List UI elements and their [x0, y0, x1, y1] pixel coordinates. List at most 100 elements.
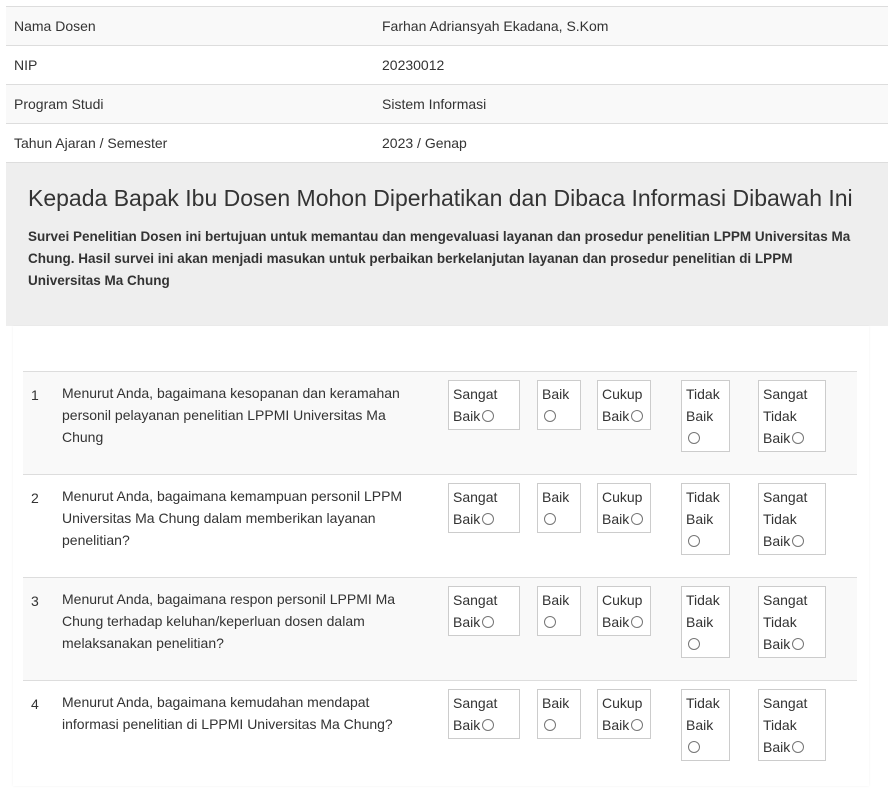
survey-table: 1 Menurut Anda, bagaimana kesopanan dan … — [23, 371, 857, 784]
info-value: Farhan Adriansyah Ekadana, S.Kom — [374, 6, 888, 46]
question-number: 2 — [23, 474, 60, 578]
option-label-word: Baik — [542, 386, 570, 402]
radio-button[interactable] — [482, 513, 495, 525]
radio-button[interactable] — [792, 638, 805, 650]
option-label-word: Baik — [453, 717, 481, 733]
option-label-word: Baik — [686, 511, 714, 527]
question-number: 3 — [23, 577, 60, 681]
info-label: Program Studi — [6, 84, 374, 124]
question-row: 1 Menurut Anda, bagaimana kesopanan dan … — [23, 371, 857, 475]
option-cukup-baik[interactable]: Cukup Baik — [597, 483, 651, 533]
question-text: Menurut Anda, bagaimana kemudahan mendap… — [60, 680, 436, 784]
option-label-word: Baik — [453, 408, 481, 424]
option-sangat-baik[interactable]: Sangat Baik — [448, 689, 520, 739]
option-label-word: Baik — [686, 614, 714, 630]
radio-button[interactable] — [792, 432, 805, 444]
option-baik[interactable]: Baik — [537, 586, 581, 636]
info-label: NIP — [6, 45, 374, 85]
notice-panel: Kepada Bapak Ibu Dosen Mohon Diperhatika… — [6, 163, 888, 326]
rating-options: Sangat Baik Baik Cukup Baik Tidak Baik Sang… — [436, 371, 857, 475]
radio-button[interactable] — [544, 513, 556, 525]
question-number: 4 — [23, 680, 60, 784]
info-value: Sistem Informasi — [374, 84, 888, 124]
option-label-word: Cukup — [602, 592, 643, 608]
option-label-word: Cukup — [602, 489, 643, 505]
option-label-word: Baik — [686, 408, 714, 424]
option-baik[interactable]: Baik — [537, 689, 581, 739]
option-label-word: Sangat — [453, 592, 498, 608]
radio-button[interactable] — [631, 513, 644, 525]
radio-button[interactable] — [688, 638, 700, 650]
option-baik[interactable]: Baik — [537, 380, 581, 430]
option-label-word: Sangat — [763, 695, 808, 711]
option-tidak-baik[interactable]: Tidak Baik — [681, 586, 730, 658]
radio-button[interactable] — [792, 741, 805, 753]
option-label-word: Baik — [542, 489, 570, 505]
option-baik[interactable]: Baik — [537, 483, 581, 533]
info-row: Nama Dosen Farhan Adriansyah Ekadana, S.… — [6, 6, 888, 46]
option-label-word: Tidak — [763, 717, 797, 733]
question-row: 3 Menurut Anda, bagaimana respon personi… — [23, 577, 857, 681]
radio-button[interactable] — [688, 741, 700, 753]
radio-button[interactable] — [792, 535, 805, 547]
info-value: 20230012 — [374, 45, 888, 85]
option-label-word: Tidak — [763, 511, 797, 527]
option-label-word: Sangat — [763, 489, 808, 505]
option-sangat-tidak-baik[interactable]: Sangat Tidak Baik — [758, 380, 826, 452]
radio-button[interactable] — [482, 410, 495, 422]
radio-button[interactable] — [631, 410, 644, 422]
radio-button[interactable] — [544, 410, 556, 422]
option-sangat-baik[interactable]: Sangat Baik — [448, 380, 520, 430]
info-row: NIP 20230012 — [6, 45, 888, 85]
option-sangat-tidak-baik[interactable]: Sangat Tidak Baik — [758, 483, 826, 555]
notice-body: Survei Penelitian Dosen ini bertujuan un… — [28, 229, 851, 288]
option-label-word: Tidak — [686, 695, 720, 711]
radio-button[interactable] — [688, 432, 700, 444]
question-text: Menurut Anda, bagaimana kesopanan dan ke… — [60, 371, 436, 475]
option-label-word: Sangat — [453, 489, 498, 505]
info-label: Tahun Ajaran / Semester — [6, 123, 374, 163]
question-number: 1 — [23, 371, 60, 475]
option-label-word: Baik — [602, 408, 630, 424]
option-label-word: Tidak — [686, 592, 720, 608]
radio-button[interactable] — [631, 616, 644, 628]
option-label-word: Baik — [542, 592, 570, 608]
radio-button[interactable] — [544, 616, 556, 628]
option-cukup-baik[interactable]: Cukup Baik — [597, 689, 651, 739]
option-cukup-baik[interactable]: Cukup Baik — [597, 380, 651, 430]
option-label-word: Baik — [453, 511, 481, 527]
option-label-word: Cukup — [602, 386, 643, 402]
option-label-word: Baik — [542, 695, 570, 711]
option-label-word: Sangat — [763, 386, 808, 402]
radio-button[interactable] — [482, 719, 495, 731]
option-label-word: Sangat — [453, 386, 498, 402]
question-text: Menurut Anda, bagaimana kemampuan person… — [60, 474, 436, 578]
rating-options: Sangat Baik Baik Cukup Baik Tidak Baik Sang… — [436, 474, 857, 578]
rating-options: Sangat Baik Baik Cukup Baik Tidak Baik Sang… — [436, 577, 857, 681]
option-label-word: Tidak — [763, 614, 797, 630]
option-label-word: Baik — [602, 614, 630, 630]
option-tidak-baik[interactable]: Tidak Baik — [681, 380, 730, 452]
option-sangat-tidak-baik[interactable]: Sangat Tidak Baik — [758, 586, 826, 658]
option-sangat-tidak-baik[interactable]: Sangat Tidak Baik — [758, 689, 826, 761]
option-label-word: Baik — [602, 511, 630, 527]
info-row: Program Studi Sistem Informasi — [6, 84, 888, 124]
option-sangat-baik[interactable]: Sangat Baik — [448, 483, 520, 533]
rating-options: Sangat Baik Baik Cukup Baik Tidak Baik Sang… — [436, 680, 857, 784]
radio-button[interactable] — [688, 535, 700, 547]
option-label-word: Sangat — [763, 592, 808, 608]
option-tidak-baik[interactable]: Tidak Baik — [681, 689, 730, 761]
option-sangat-baik[interactable]: Sangat Baik — [448, 586, 520, 636]
option-cukup-baik[interactable]: Cukup Baik — [597, 586, 651, 636]
question-row: 4 Menurut Anda, bagaimana kemudahan mend… — [23, 680, 857, 784]
info-value: 2023 / Genap — [374, 123, 888, 163]
radio-button[interactable] — [631, 719, 644, 731]
question-row: 2 Menurut Anda, bagaimana kemampuan pers… — [23, 474, 857, 578]
option-label-word: Tidak — [763, 408, 797, 424]
option-label-word: Baik — [686, 717, 714, 733]
radio-button[interactable] — [482, 616, 495, 628]
info-row: Tahun Ajaran / Semester 2023 / Genap — [6, 123, 888, 163]
info-label: Nama Dosen — [6, 6, 374, 46]
option-tidak-baik[interactable]: Tidak Baik — [681, 483, 730, 555]
radio-button[interactable] — [544, 719, 556, 731]
